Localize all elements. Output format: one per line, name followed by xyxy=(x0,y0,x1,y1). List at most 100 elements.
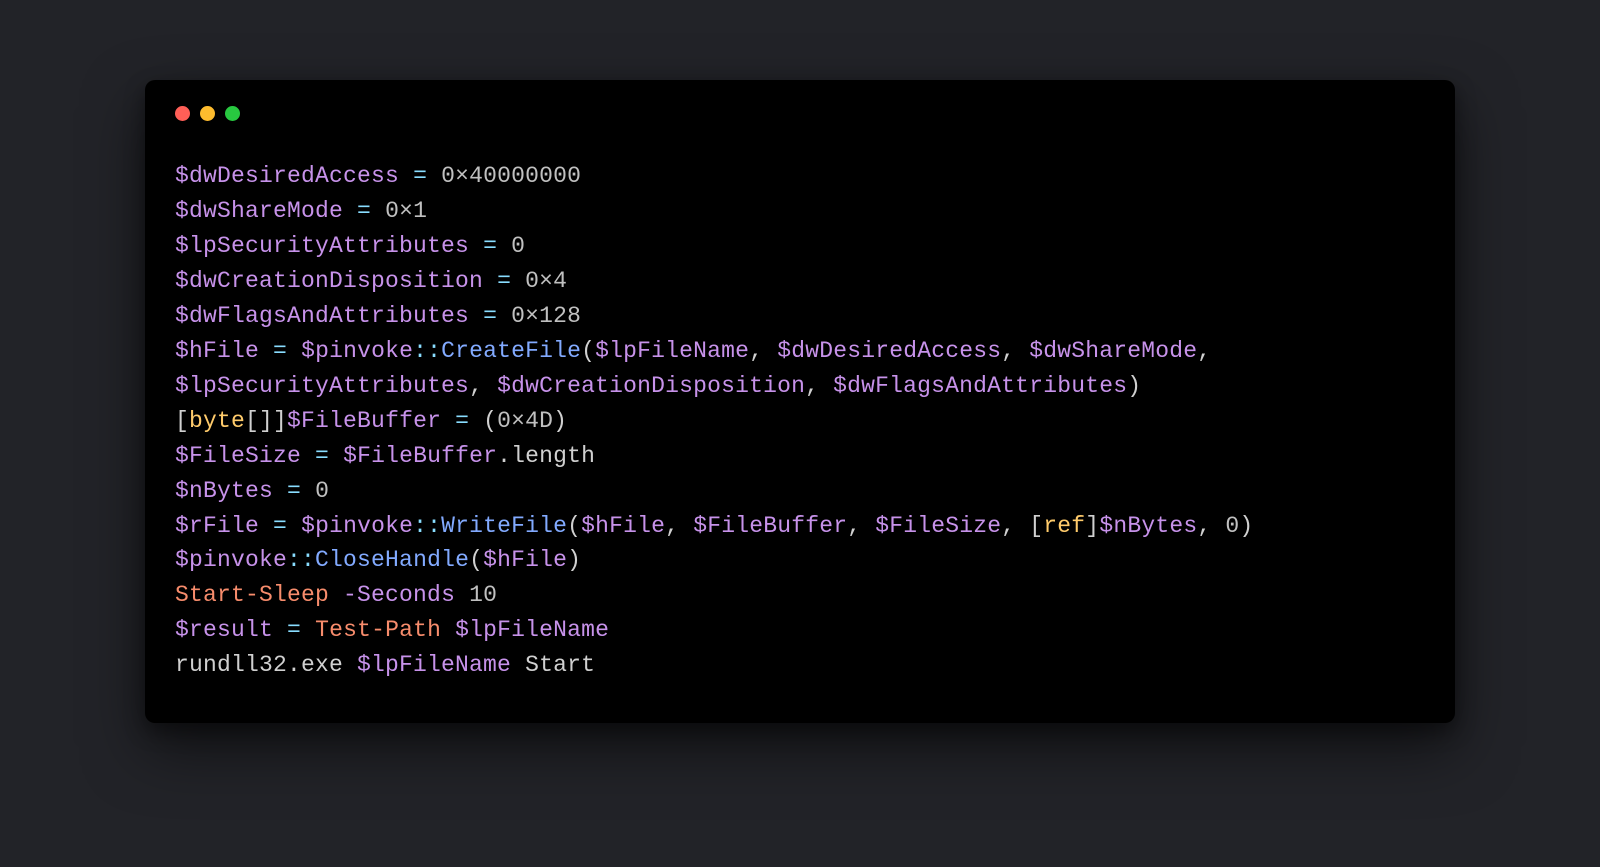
code-token-plain xyxy=(427,163,441,189)
code-token-punct: ) xyxy=(1127,373,1141,399)
code-token-plain: Start xyxy=(511,652,595,678)
code-token-var: $pinvoke xyxy=(175,547,287,573)
code-token-var: $dwShareMode xyxy=(1029,338,1197,364)
code-token-var: $FileBuffer xyxy=(287,408,441,434)
code-token-func: CloseHandle xyxy=(315,547,469,573)
code-token-num: 0 xyxy=(511,233,525,259)
code-token-plain xyxy=(273,617,287,643)
code-line: $dwDesiredAccess = 0×40000000 xyxy=(175,163,581,189)
code-line: $rFile = $pinvoke::WriteFile($hFile, $Fi… xyxy=(175,513,1253,539)
code-token-plain xyxy=(301,478,315,504)
code-token-op: = xyxy=(287,478,301,504)
code-token-plain xyxy=(329,443,343,469)
code-token-num: 0 xyxy=(315,478,329,504)
code-token-plain xyxy=(469,303,483,329)
code-token-punct: []] xyxy=(245,408,287,434)
code-token-plain xyxy=(301,617,315,643)
code-token-plain xyxy=(371,198,385,224)
code-token-type: ref xyxy=(1043,513,1085,539)
minimize-icon[interactable] xyxy=(200,106,215,121)
zoom-icon[interactable] xyxy=(225,106,240,121)
code-line: $dwFlagsAndAttributes = 0×128 xyxy=(175,303,581,329)
code-token-plain xyxy=(483,268,497,294)
code-line: $nBytes = 0 xyxy=(175,478,329,504)
code-token-var: $lpSecurityAttributes xyxy=(175,373,469,399)
code-token-var: $lpFileName xyxy=(595,338,749,364)
code-token-var: $FileSize xyxy=(175,443,301,469)
code-token-punct: , xyxy=(1197,338,1225,364)
code-token-op: = xyxy=(273,338,287,364)
code-token-plain xyxy=(455,582,469,608)
code-token-var: $lpFileName xyxy=(357,652,511,678)
code-token-punct: ( xyxy=(581,338,595,364)
code-token-punct: , xyxy=(1001,338,1029,364)
code-token-func: CreateFile xyxy=(441,338,581,364)
code-token-punct: ] xyxy=(1085,513,1099,539)
code-token-op: = xyxy=(483,303,497,329)
code-line: $dwCreationDisposition = 0×4 xyxy=(175,268,567,294)
code-token-num: 10 xyxy=(469,582,497,608)
code-line: $dwShareMode = 0×1 xyxy=(175,198,427,224)
code-token-op: :: xyxy=(413,513,441,539)
code-token-op: = xyxy=(273,513,287,539)
code-token-op: :: xyxy=(287,547,315,573)
code-token-var: $dwCreationDisposition xyxy=(497,373,805,399)
code-token-plain xyxy=(301,443,315,469)
code-token-punct: , xyxy=(665,513,693,539)
code-token-punct: , xyxy=(847,513,875,539)
code-token-plain xyxy=(259,513,273,539)
code-token-var: $rFile xyxy=(175,513,259,539)
code-token-op: = xyxy=(455,408,469,434)
code-token-punct: ( xyxy=(469,547,483,573)
code-token-num: 0 xyxy=(1225,513,1239,539)
terminal-window: $dwDesiredAccess = 0×40000000 $dwShareMo… xyxy=(145,80,1455,723)
code-token-plain xyxy=(441,617,455,643)
code-token-punct: ( xyxy=(567,513,581,539)
code-token-op: = xyxy=(357,198,371,224)
code-line: [byte[]]$FileBuffer = (0×4D) xyxy=(175,408,567,434)
code-token-plain xyxy=(469,233,483,259)
close-icon[interactable] xyxy=(175,106,190,121)
code-token-plain xyxy=(329,582,343,608)
code-line: $FileSize = $FileBuffer.length xyxy=(175,443,595,469)
code-token-var: $dwDesiredAccess xyxy=(777,338,1001,364)
code-token-num: 0×128 xyxy=(511,303,581,329)
code-token-op: = xyxy=(287,617,301,643)
code-token-var: $dwCreationDisposition xyxy=(175,268,483,294)
code-line: Start-Sleep -Seconds 10 xyxy=(175,582,497,608)
code-token-punct: , xyxy=(749,338,777,364)
code-token-plain xyxy=(273,478,287,504)
code-token-var: $hFile xyxy=(483,547,567,573)
code-token-var: $FileBuffer xyxy=(343,443,497,469)
code-token-op: = xyxy=(497,268,511,294)
code-token-punct: ) xyxy=(567,547,581,573)
code-token-op: = xyxy=(483,233,497,259)
code-token-plain xyxy=(511,268,525,294)
code-token-var: $FileBuffer xyxy=(693,513,847,539)
code-token-op: :: xyxy=(413,338,441,364)
code-token-plain xyxy=(497,233,511,259)
code-token-punct: , xyxy=(805,373,833,399)
code-line: $result = Test-Path $lpFileName xyxy=(175,617,609,643)
code-token-op: = xyxy=(315,443,329,469)
code-line: rundll32.exe $lpFileName Start xyxy=(175,652,595,678)
code-token-cmd: Test-Path xyxy=(315,617,441,643)
code-token-var: $nBytes xyxy=(175,478,273,504)
code-token-var: $dwShareMode xyxy=(175,198,343,224)
code-token-num: 0×4 xyxy=(525,268,567,294)
code-token-var: $result xyxy=(175,617,273,643)
code-token-cmd: Start-Sleep xyxy=(175,582,329,608)
code-token-func: WriteFile xyxy=(441,513,567,539)
code-token-var: $lpFileName xyxy=(455,617,609,643)
code-token-plain xyxy=(287,513,301,539)
code-token-punct: , xyxy=(1197,513,1225,539)
code-token-var: $hFile xyxy=(581,513,665,539)
code-token-var: $nBytes xyxy=(1099,513,1197,539)
code-line: $pinvoke::CloseHandle($hFile) xyxy=(175,547,581,573)
code-token-num: 0×4D xyxy=(497,408,553,434)
code-token-var: $pinvoke xyxy=(301,513,413,539)
code-token-plain: rundll32.exe xyxy=(175,652,357,678)
code-token-punct: ) xyxy=(1239,513,1253,539)
code-token-flag: -Seconds xyxy=(343,582,455,608)
window-titlebar xyxy=(175,106,1425,121)
